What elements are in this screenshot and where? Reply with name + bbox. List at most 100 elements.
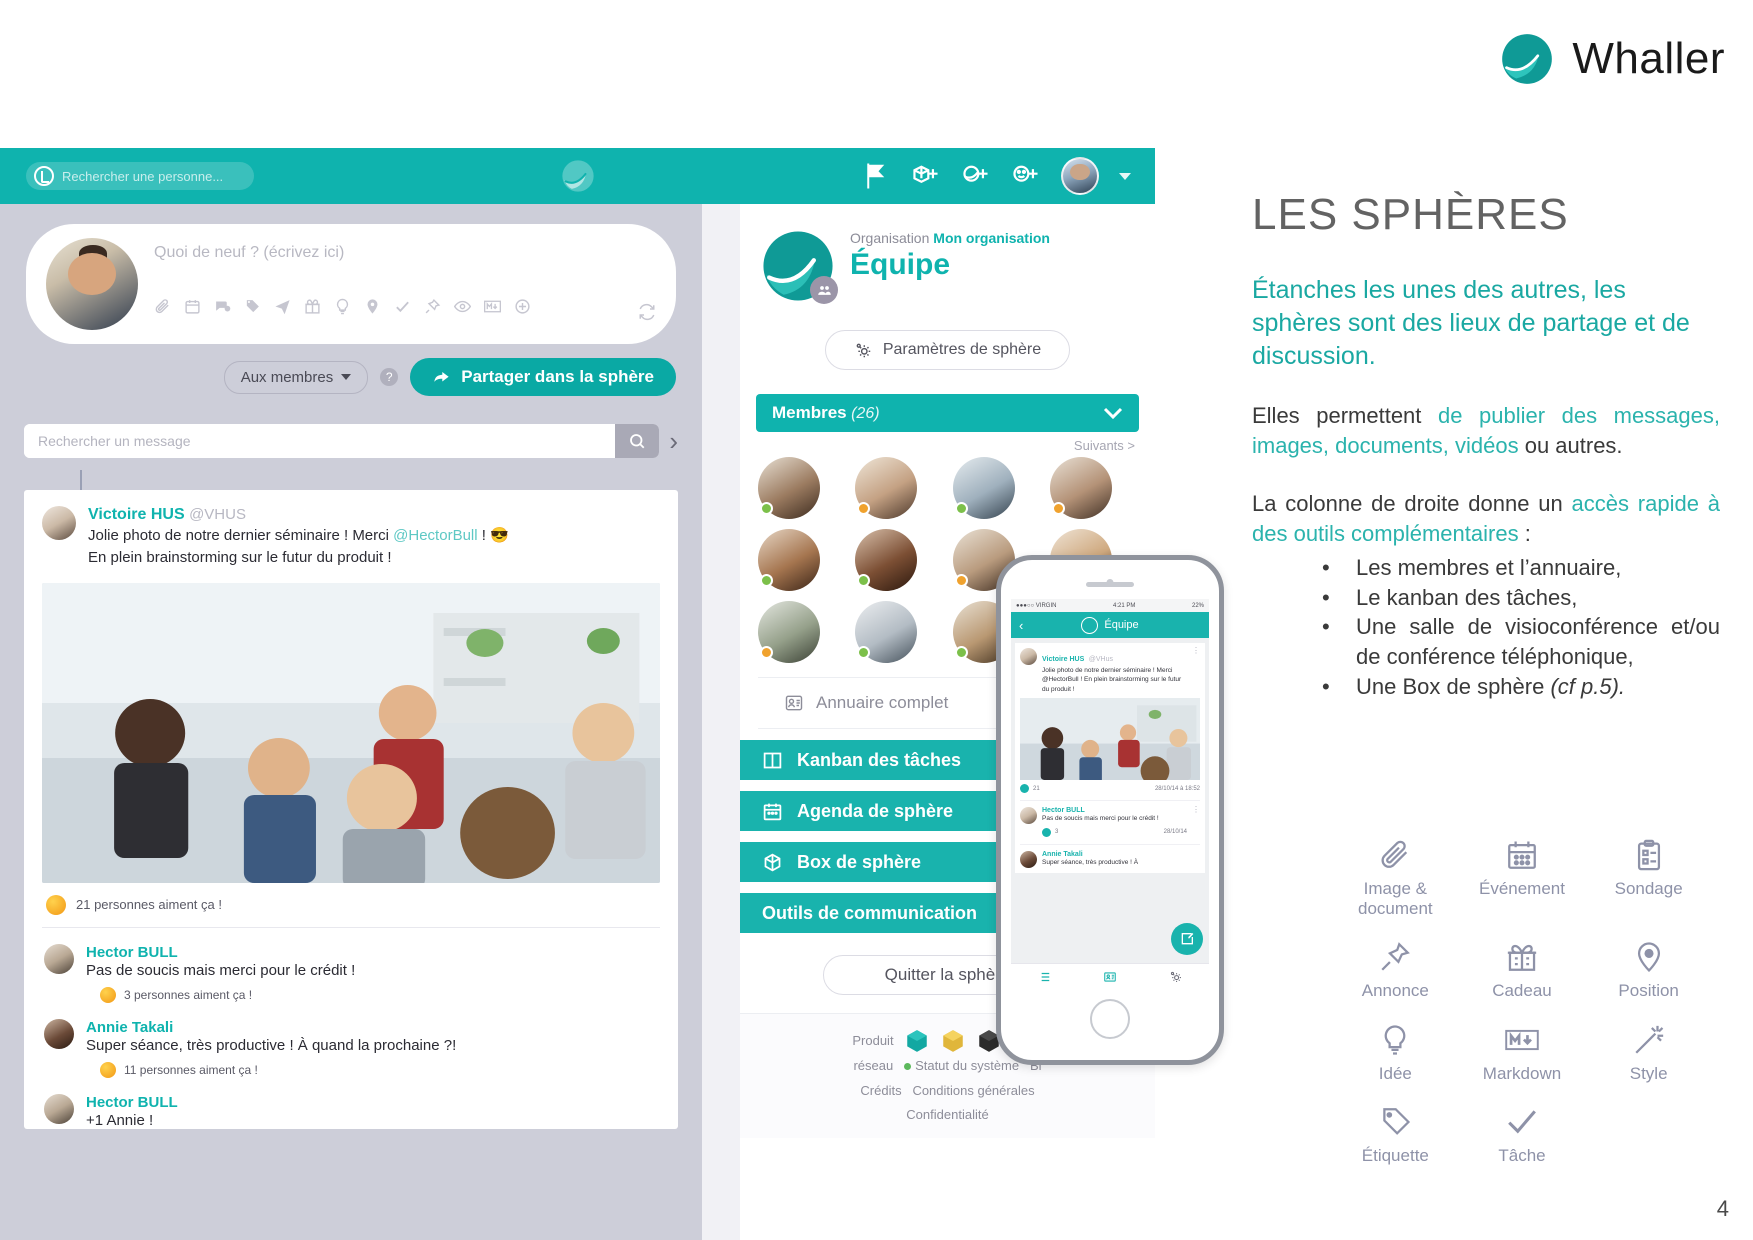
calendar-icon[interactable]: [184, 298, 201, 315]
footer-link-credits[interactable]: Crédits: [860, 1083, 901, 1098]
smiley-like-icon[interactable]: [46, 894, 66, 915]
search-button[interactable]: [615, 424, 660, 458]
organisation-name[interactable]: Mon organisation: [933, 230, 1050, 246]
footer-link-confidentialite[interactable]: Confidentialité: [906, 1107, 988, 1122]
tool-cadeau[interactable]: Cadeau: [1459, 940, 1586, 1001]
post-card: Victoire HUS @VHUS Jolie photo de notre …: [24, 490, 678, 1129]
chevron-down-icon[interactable]: [1119, 172, 1131, 180]
share-button[interactable]: Partager dans la sphère: [410, 358, 676, 396]
contact-card-icon[interactable]: [1103, 970, 1117, 984]
comment-icon[interactable]: [214, 298, 231, 315]
phone-tabbar: [1011, 963, 1209, 989]
more-options-icon[interactable]: ⋮: [1192, 806, 1200, 836]
mention-link[interactable]: @HectorBull: [393, 527, 477, 544]
avatar[interactable]: [1020, 648, 1037, 665]
post-author[interactable]: Victoire HUS: [88, 506, 185, 523]
add-sphere-icon[interactable]: [961, 161, 991, 191]
sidebar-item-label: Box de sphère: [797, 851, 922, 872]
footer-link-produit[interactable]: Produit: [852, 1029, 893, 1054]
member-avatar[interactable]: [1049, 457, 1112, 519]
tool-etiquette[interactable]: Étiquette: [1332, 1105, 1459, 1166]
comment-author[interactable]: Annie Takali: [86, 1019, 456, 1036]
tool-annonce[interactable]: Annonce: [1332, 940, 1459, 1001]
member-avatar[interactable]: [758, 529, 820, 591]
tool-markdown[interactable]: Markdown: [1459, 1023, 1586, 1084]
phone-comment2-author[interactable]: Annie Takali: [1042, 851, 1200, 858]
smiley-like-icon[interactable]: [100, 1061, 116, 1078]
list-icon[interactable]: [1037, 970, 1051, 984]
phone-comment-author[interactable]: Hector BULL: [1042, 807, 1187, 814]
comment-author[interactable]: Hector BULL: [86, 1094, 178, 1111]
tool-position[interactable]: Position: [1585, 940, 1712, 1001]
tool-label: Markdown: [1482, 1063, 1562, 1083]
member-avatar[interactable]: [952, 457, 1015, 519]
members-count: (26): [851, 405, 880, 422]
members-header[interactable]: Membres (26): [756, 394, 1139, 432]
phone-comment-likes: 3: [1055, 829, 1059, 836]
post-photo[interactable]: [42, 582, 660, 883]
plus-icon[interactable]: [514, 298, 531, 315]
search-input[interactable]: [24, 424, 616, 458]
like-icon[interactable]: [1042, 827, 1051, 837]
member-avatar[interactable]: [758, 601, 820, 663]
add-person-icon[interactable]: [1011, 161, 1041, 191]
avatar[interactable]: [1020, 807, 1037, 825]
more-options-icon[interactable]: ⋮: [1192, 646, 1200, 694]
composer-placeholder[interactable]: Quoi de neuf ? (écrivez ici): [154, 244, 622, 262]
whaller-logo-icon[interactable]: [561, 159, 595, 193]
person-search-input[interactable]: Rechercher une personne...: [26, 162, 254, 190]
sphere-settings-button[interactable]: Paramètres de sphère: [825, 330, 1070, 370]
phone-post-author[interactable]: Victoire HUS: [1042, 656, 1084, 663]
like-icon[interactable]: [1020, 784, 1029, 794]
tool-tache[interactable]: Tâche: [1459, 1105, 1586, 1166]
eye-icon[interactable]: [454, 298, 471, 315]
avatar[interactable]: [44, 1093, 74, 1124]
footer-link-status[interactable]: Statut du système: [915, 1058, 1019, 1073]
group-icon: [810, 276, 838, 304]
location-icon[interactable]: [364, 298, 381, 315]
avatar[interactable]: [1061, 157, 1099, 195]
audience-select[interactable]: Aux membres: [223, 360, 369, 394]
footer-link-reseau[interactable]: réseau: [853, 1058, 893, 1073]
member-avatar[interactable]: [855, 601, 918, 663]
chevron-left-icon[interactable]: ‹: [1019, 618, 1023, 633]
refresh-icon[interactable]: [638, 303, 656, 326]
compose-button[interactable]: [1171, 923, 1203, 955]
markdown-icon[interactable]: [484, 298, 501, 315]
tag-icon[interactable]: [244, 298, 261, 315]
next-members-link[interactable]: Suivants >: [740, 432, 1155, 453]
home-button[interactable]: [1090, 999, 1130, 1039]
footer-link-cgu[interactable]: Conditions générales: [912, 1083, 1034, 1098]
message-search[interactable]: [24, 424, 660, 458]
avatar[interactable]: [44, 1018, 74, 1049]
tool-sondage[interactable]: Sondage: [1585, 838, 1712, 918]
tool-idee[interactable]: Idée: [1332, 1023, 1459, 1084]
post-text-line2: En plein brainstorming sur le futur du p…: [88, 549, 392, 567]
gift-icon[interactable]: [304, 298, 321, 315]
add-box-icon[interactable]: [911, 161, 941, 191]
chevron-down-icon[interactable]: [1103, 407, 1123, 420]
pin-icon[interactable]: [424, 298, 441, 315]
avatar[interactable]: [44, 943, 74, 974]
avatar[interactable]: [1020, 850, 1037, 868]
topbar-actions: [861, 157, 1131, 195]
check-icon[interactable]: [394, 298, 411, 315]
tool-image-document[interactable]: Image & document: [1332, 838, 1459, 918]
comment-author[interactable]: Hector BULL: [86, 944, 355, 961]
tool-style[interactable]: Style: [1585, 1023, 1712, 1084]
lightbulb-icon[interactable]: [334, 298, 351, 315]
member-avatar[interactable]: [758, 457, 820, 519]
member-avatar[interactable]: [855, 457, 918, 519]
help-icon[interactable]: ?: [380, 368, 399, 386]
comment-likes: 3 personnes aiment ça !: [100, 986, 355, 1003]
paperclip-icon[interactable]: [154, 298, 171, 315]
member-avatar[interactable]: [855, 529, 918, 591]
phone-post-photo[interactable]: [1020, 698, 1200, 781]
chevron-right-icon[interactable]: ›: [669, 428, 678, 454]
avatar[interactable]: [42, 506, 76, 540]
send-icon[interactable]: [274, 298, 291, 315]
tool-evenement[interactable]: Événement: [1459, 838, 1586, 918]
gears-icon[interactable]: [1169, 970, 1183, 984]
smiley-like-icon[interactable]: [100, 986, 116, 1003]
flag-icon[interactable]: [861, 161, 891, 191]
